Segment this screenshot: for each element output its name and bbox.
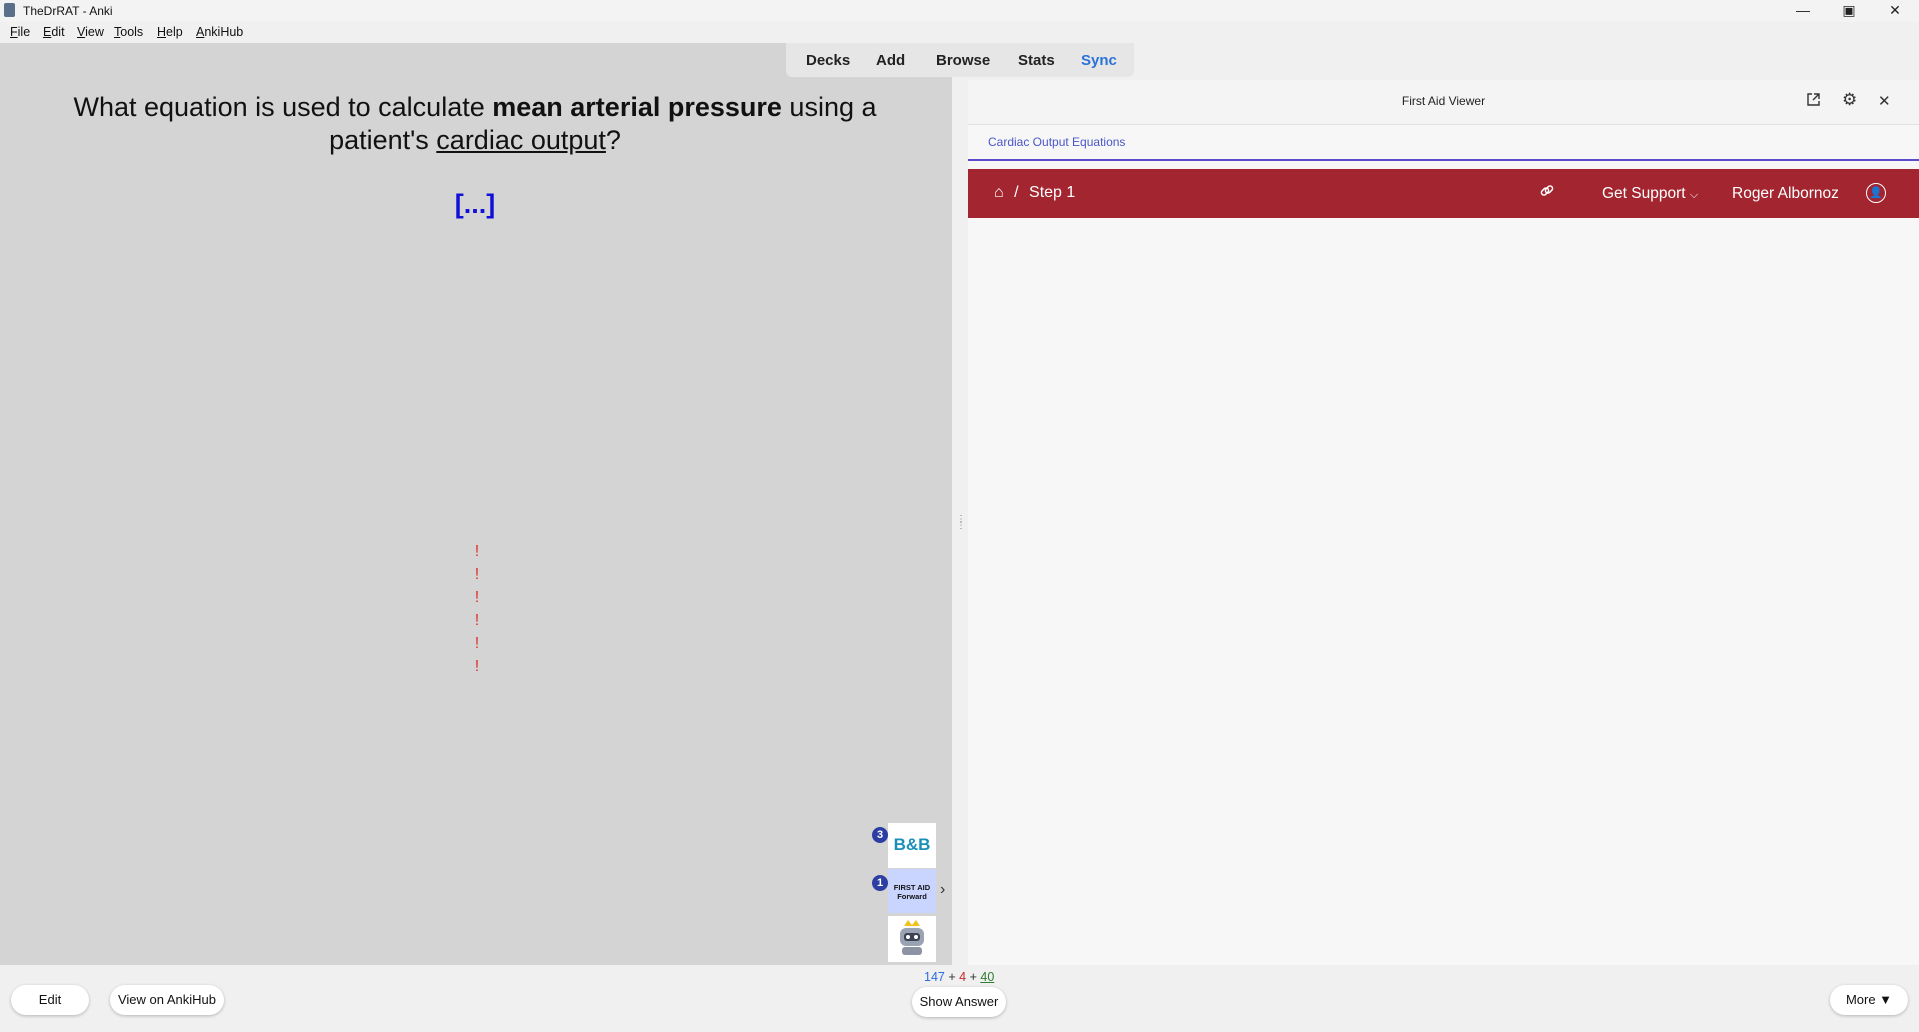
sync-button[interactable]: Sync	[1081, 52, 1117, 69]
user-avatar-icon[interactable]: 👤	[1866, 183, 1886, 203]
first-aid-forward-button[interactable]: FIRST AID Forward	[888, 869, 936, 913]
window-title: TheDrRAT - Anki	[23, 4, 113, 18]
menu-file[interactable]: File	[10, 25, 30, 39]
breadcrumb: ⌂ / Step 1	[994, 184, 1076, 201]
user-name[interactable]: Roger Albornoz	[1732, 185, 1839, 203]
fa-count-badge: 1	[872, 875, 888, 891]
fa-label-2: Forward	[897, 892, 927, 901]
panel-tab-bar: Cardiac Output Equations	[968, 125, 1919, 161]
bb-count-badge: 3	[872, 827, 888, 843]
gear-icon[interactable]: ⚙	[1842, 90, 1857, 110]
chatbot-button[interactable]	[888, 916, 936, 962]
bb-button[interactable]: B&B	[888, 823, 936, 868]
decks-button[interactable]: Decks	[806, 52, 850, 69]
panel-title: First Aid Viewer	[1401, 94, 1486, 108]
tab-cardiac-output-equations[interactable]: Cardiac Output Equations	[988, 135, 1125, 149]
anki-app-icon	[4, 3, 15, 17]
chevron-right-icon[interactable]: ›	[940, 881, 945, 899]
close-panel-icon[interactable]: ✕	[1878, 92, 1891, 110]
home-icon[interactable]: ⌂	[994, 184, 1004, 201]
cloze-deletion: [...]	[454, 189, 496, 219]
splitter-grip-icon[interactable]: ⋮ ⋮	[956, 515, 966, 531]
first-aid-viewer-panel: First Aid Viewer ⚙ ✕ Cardiac Output Equa…	[968, 80, 1919, 965]
add-button[interactable]: Add	[876, 52, 905, 69]
open-external-icon[interactable]	[1806, 92, 1821, 111]
menu-edit[interactable]: Edit	[43, 25, 65, 39]
card-area: What equation is used to calculate mean …	[0, 43, 952, 965]
minimize-icon[interactable]: —	[1780, 0, 1826, 22]
learn-count: 4	[959, 970, 967, 984]
panel-header: First Aid Viewer ⚙ ✕	[968, 80, 1919, 125]
bb-label: B&B	[893, 835, 931, 854]
more-button[interactable]: More ▼	[1830, 985, 1908, 1015]
red-marks: !!!!!!	[474, 543, 480, 675]
menu-bar: File Edit View Tools Help AnkiHub	[0, 22, 1919, 43]
menu-tools[interactable]: Tools	[114, 25, 143, 39]
edit-button[interactable]: Edit	[11, 985, 89, 1015]
menu-ankihub[interactable]: AnkiHub	[196, 25, 243, 39]
browse-button[interactable]: Browse	[936, 52, 990, 69]
panel-splitter[interactable]: ⋮ ⋮	[952, 80, 968, 965]
view-on-ankihub-button[interactable]: View on AnkiHub	[110, 985, 224, 1015]
maximize-icon[interactable]: ▣	[1826, 0, 1872, 22]
chevron-down-icon: ⌵	[1689, 189, 1699, 201]
show-answer-button[interactable]: Show Answer	[912, 987, 1006, 1017]
link-icon[interactable]	[1539, 183, 1555, 204]
stats-button[interactable]: Stats	[1018, 52, 1055, 69]
menu-view[interactable]: View	[77, 25, 104, 39]
title-bar: TheDrRAT - Anki — ▣ ✕	[0, 0, 1919, 22]
breadcrumb-step[interactable]: Step 1	[1029, 184, 1075, 201]
new-count: 147	[924, 970, 945, 984]
due-counts: 147 + 4 + 40	[924, 970, 995, 984]
robot-icon	[900, 920, 924, 955]
bottom-bar: Edit View on AnkiHub 147 + 4 + 40 Show A…	[0, 965, 1919, 1032]
get-support-dropdown[interactable]: Get Support ⌵	[1602, 185, 1698, 203]
close-window-icon[interactable]: ✕	[1872, 0, 1918, 22]
main-toolbar: Decks Add Browse Stats Sync	[786, 43, 1134, 77]
first-aid-header-bar: ⌂ / Step 1 Get Support ⌵ Roger Albornoz …	[968, 169, 1919, 218]
question-text: What equation is used to calculate mean …	[73, 92, 877, 155]
menu-help[interactable]: Help	[157, 25, 183, 39]
review-count: 40	[980, 970, 995, 984]
fa-label-1: FIRST AID	[893, 883, 931, 892]
